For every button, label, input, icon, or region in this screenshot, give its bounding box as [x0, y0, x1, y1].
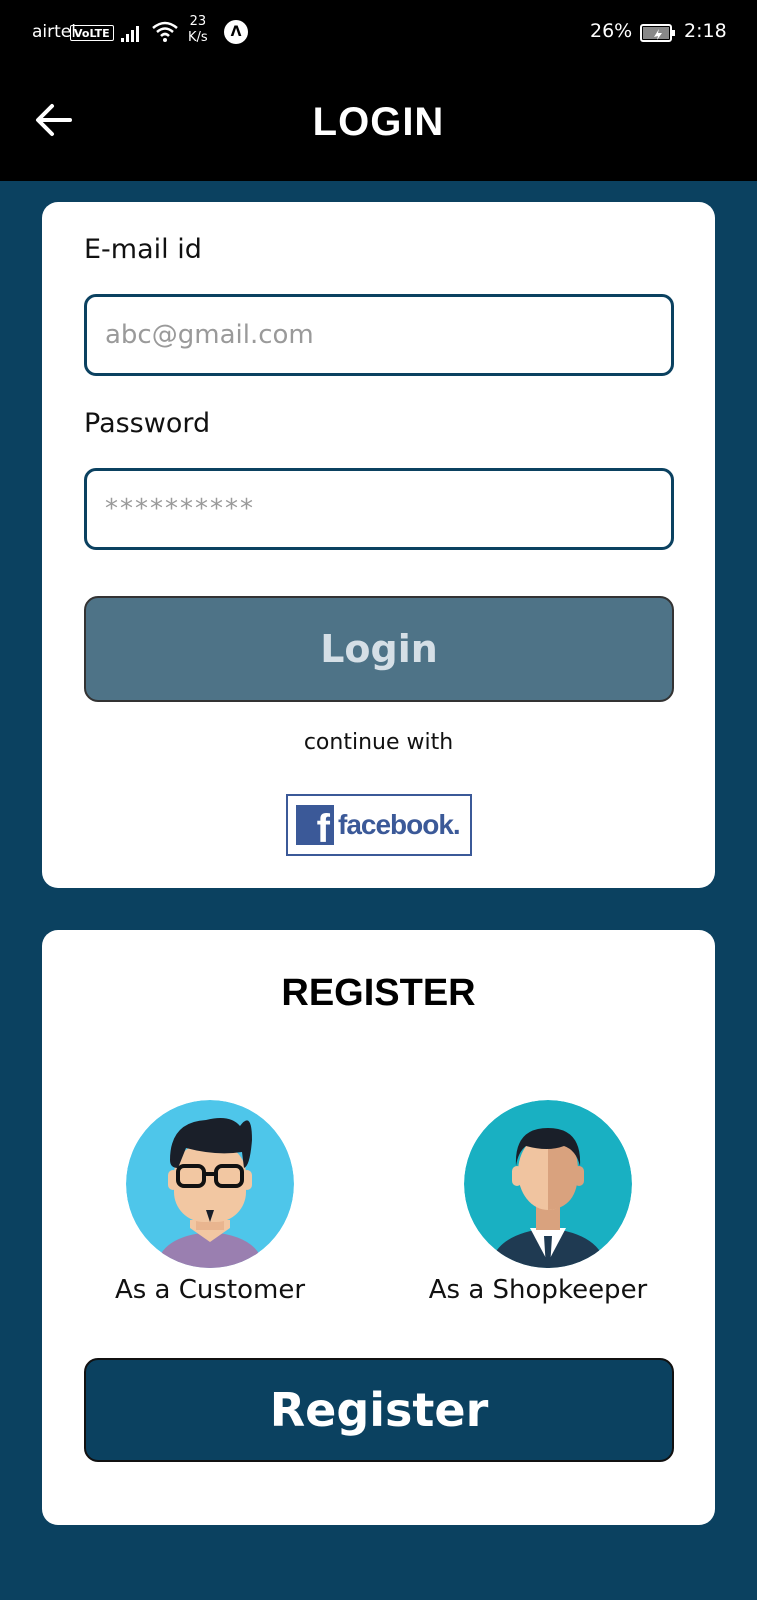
clock-time: 2:18 — [684, 20, 727, 42]
register-card: REGISTER As a Customer As a Shopkeeper R… — [42, 930, 715, 1525]
email-field[interactable] — [84, 294, 674, 376]
password-field[interactable] — [84, 468, 674, 550]
wifi-icon — [152, 21, 178, 42]
navigation-icon: Λ — [224, 20, 248, 44]
facebook-login-button[interactable]: f facebook. — [286, 794, 472, 856]
password-label: Password — [84, 408, 211, 439]
facebook-icon: f — [296, 805, 334, 845]
login-button[interactable]: Login — [84, 596, 674, 702]
register-title: REGISTER — [281, 972, 476, 1014]
register-button[interactable]: Register — [84, 1358, 674, 1462]
network-speed: 23 K/s — [188, 14, 208, 46]
customer-caption: As a Customer — [114, 1275, 306, 1305]
login-card: E-mail id Password Login continue with f… — [42, 202, 715, 888]
battery-icon — [640, 24, 675, 42]
shopkeeper-avatar[interactable] — [464, 1100, 632, 1268]
speed-value: 23 — [189, 14, 207, 29]
volte-badge: VoLTE — [70, 25, 114, 41]
battery-percent: 26% — [590, 20, 633, 42]
facebook-label: facebook. — [338, 809, 461, 840]
signal-icon — [121, 26, 139, 42]
app-bar: LOGIN — [0, 66, 757, 181]
shopkeeper-icon — [464, 1100, 632, 1268]
customer-icon — [126, 1100, 294, 1268]
email-label: E-mail id — [84, 234, 202, 265]
speed-unit: K/s — [188, 30, 208, 45]
status-bar: airtel VoLTE 23 K/s Λ 26% 2:18 — [0, 0, 757, 66]
shopkeeper-caption: As a Shopkeeper — [428, 1275, 648, 1305]
page-title: LOGIN — [312, 100, 445, 144]
customer-avatar[interactable] — [126, 1100, 294, 1268]
continue-with-text: continue with — [303, 730, 454, 755]
